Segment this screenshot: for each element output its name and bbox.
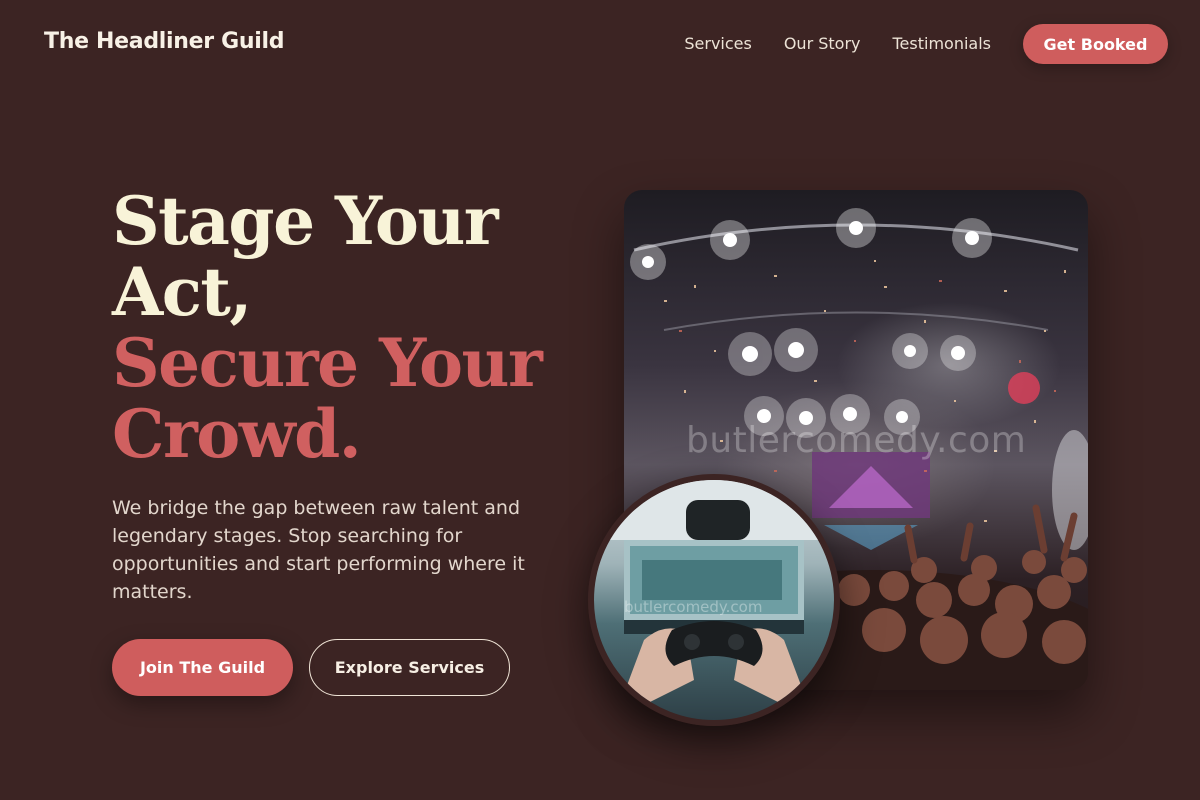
hero-title-accent-line-2: Crowd. [112,395,362,473]
hero-description: We bridge the gap between raw talent and… [112,497,525,603]
hero-title-line-1: Stage Your [112,182,499,260]
get-booked-button[interactable]: Get Booked [1023,24,1168,64]
nav-link-our-story[interactable]: Our Story [784,24,861,64]
gaming-controller-image: butlercomedy.com [588,474,840,726]
hero-title-line-2: Act, [112,253,252,331]
nav-link-services[interactable]: Services [684,24,751,64]
hero-title-accent-line-1: Secure Your [112,324,543,402]
main-nav: Services Our Story Testimonials Get Book… [684,24,1168,64]
brand-logo[interactable]: The Headliner Guild [44,29,285,54]
join-guild-button[interactable]: Join The Guild [112,639,293,696]
nav-link-testimonials[interactable]: Testimonials [893,24,992,64]
watermark-small-text: butlercomedy.com [624,598,763,616]
hero-title: Stage Your Act, Secure Your Crowd. [112,186,582,470]
explore-services-button[interactable]: Explore Services [309,639,510,696]
